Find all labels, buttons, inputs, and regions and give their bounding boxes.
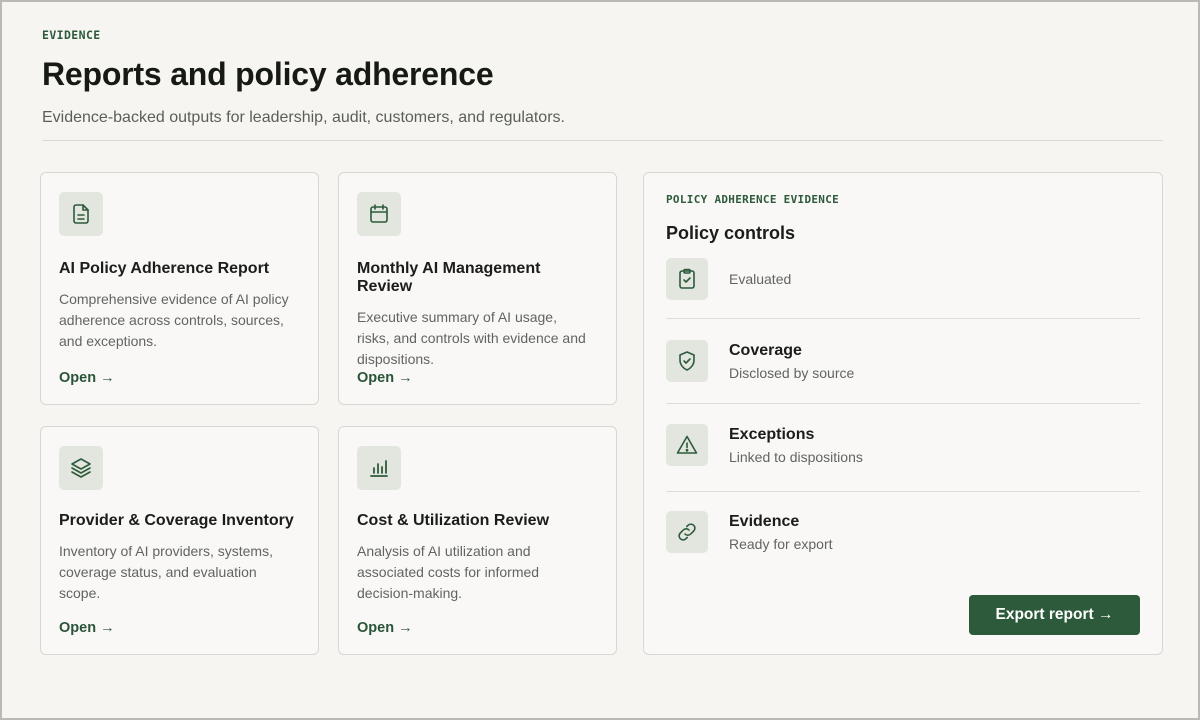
control-divider [666,491,1140,492]
report-title: Monthly AI Management Review [357,260,541,295]
link-icon [666,511,708,553]
page-subtitle: Evidence-backed outputs for leadership, … [42,109,565,126]
report-card-cost-utilization[interactable]: Cost & Utilization Review Analysis of AI… [338,426,617,655]
panel-title: Policy controls [666,223,796,243]
section-eyebrow: EVIDENCE [42,28,101,42]
document-icon [59,192,103,236]
open-link[interactable]: Open → [357,370,413,386]
report-description: Inventory of AI providers, systems, cove… [59,543,273,601]
report-title: AI Policy Adherence Report [59,260,270,277]
control-description: Linked to dispositions [729,448,863,465]
report-title: Cost & Utilization Review [357,512,550,529]
report-card-monthly-review[interactable]: Monthly AI Management Review Executive s… [338,172,617,405]
control-divider [666,318,1140,319]
open-link[interactable]: Open → [59,370,115,386]
layers-icon [59,446,103,490]
page-title: Reports and policy adherence [42,56,494,92]
report-card-ai-policy-adherence[interactable]: AI Policy Adherence Report Comprehensive… [40,172,319,405]
report-description: Analysis of AI utilization and associate… [357,543,540,601]
control-description: Evaluated [729,271,792,287]
open-link[interactable]: Open → [357,620,413,636]
control-description: Ready for export [729,535,833,552]
report-title: Provider & Coverage Inventory [59,512,294,529]
panel-eyebrow: POLICY ADHERENCE EVIDENCE [666,193,840,206]
page-header: EVIDENCE Reports and policy adherence Ev… [42,28,1163,141]
shield-check-icon [666,340,708,382]
control-divider [666,403,1140,404]
control-row-coverage: Coverage Disclosed by source [666,340,1140,382]
report-description: Executive summary of AI usage, risks, an… [357,309,586,367]
export-report-button[interactable]: Export report → [969,595,1140,635]
control-row-evidence: Evidence Ready for export [666,511,1140,553]
control-name: Evidence [729,512,800,530]
control-description: Disclosed by source [729,364,855,381]
report-card-provider-inventory[interactable]: Provider & Coverage Inventory Inventory … [40,426,319,655]
control-row-exceptions: Exceptions Linked to dispositions [666,424,1140,466]
control-row-evaluated: Evaluated [666,258,1140,300]
report-description: Comprehensive evidence of AI policy adhe… [59,291,289,349]
control-name: Coverage [729,341,802,359]
clipboard-check-icon [666,258,708,300]
open-link[interactable]: Open → [59,620,115,636]
bar-chart-icon [357,446,401,490]
calendar-icon [357,192,401,236]
control-name: Exceptions [729,425,815,443]
policy-evidence-panel: POLICY ADHERENCE EVIDENCE Policy control… [643,172,1163,655]
warning-icon [666,424,708,466]
header-divider [42,140,1163,141]
